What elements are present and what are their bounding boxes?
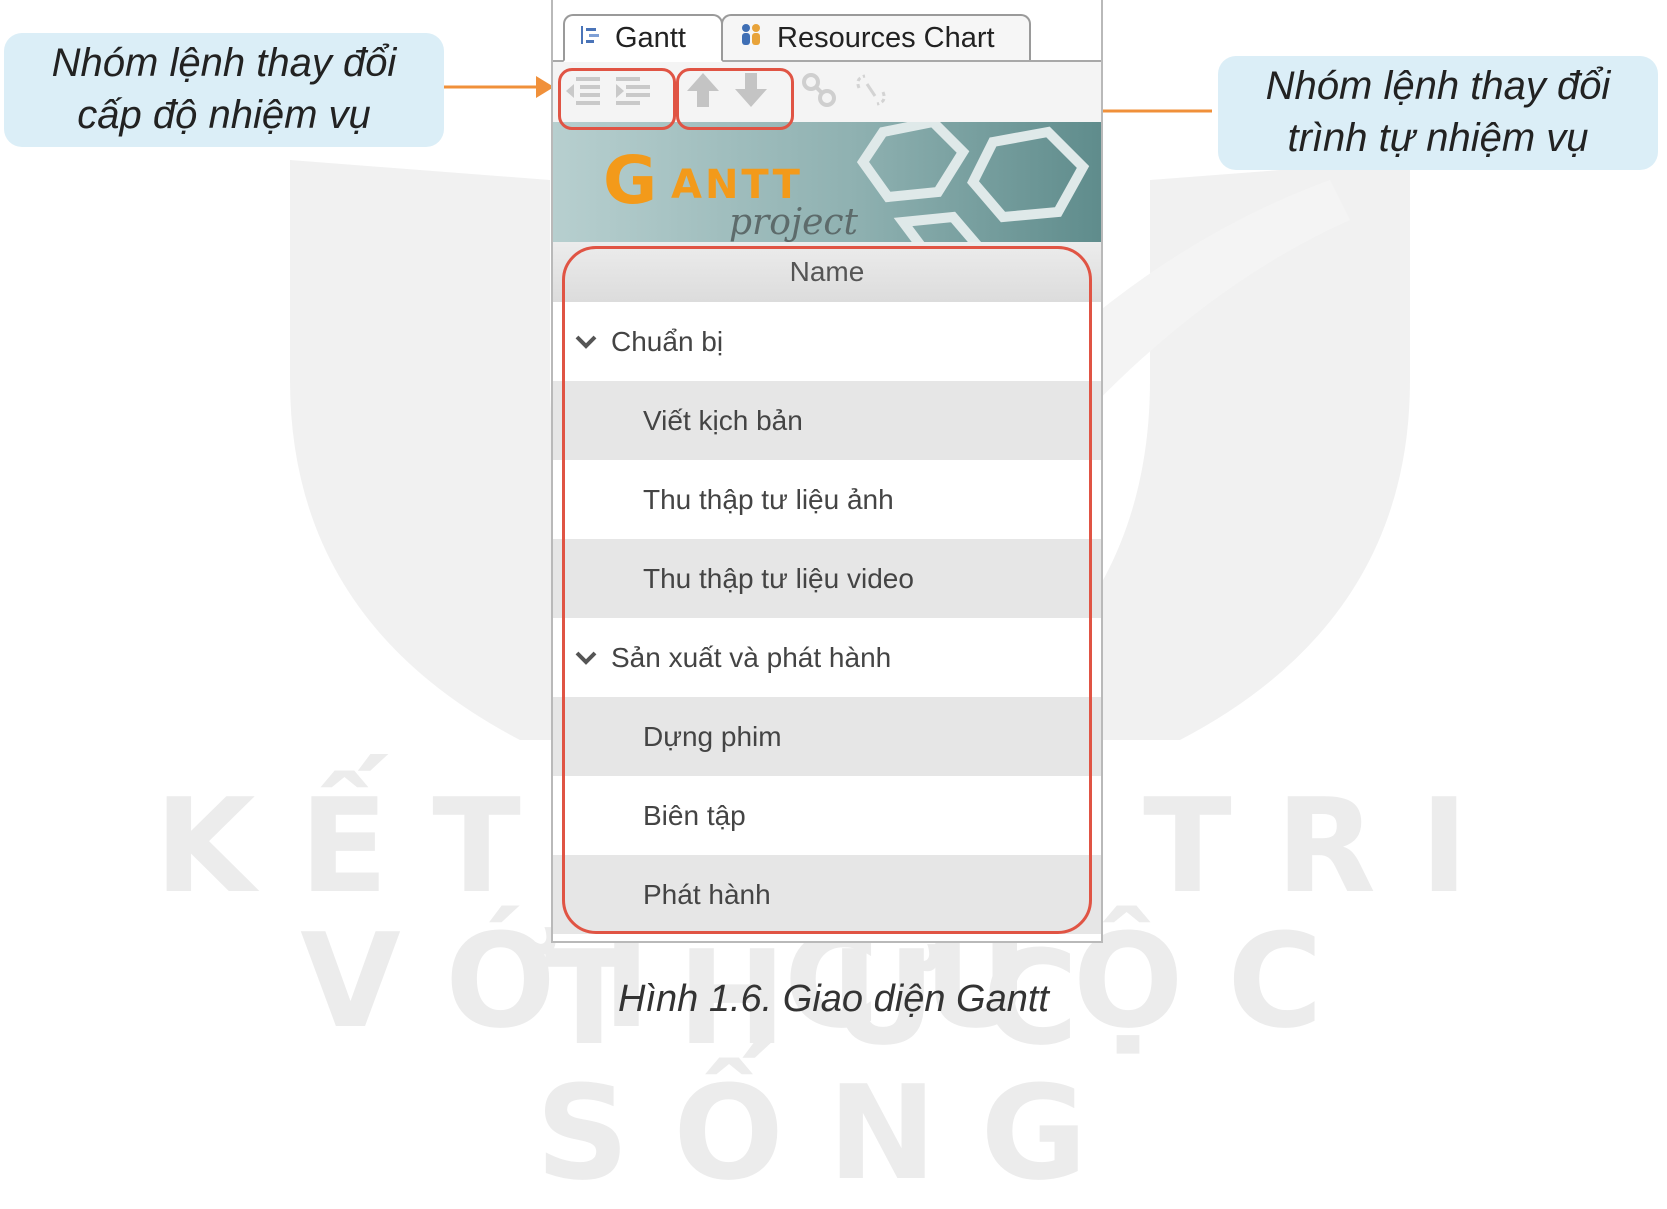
callout-left-line2: cấp độ nhiệm vụ <box>77 93 371 137</box>
order-group-highlight <box>676 68 794 130</box>
callout-right-line1: Nhóm lệnh thay đổi <box>1265 64 1611 108</box>
chevron-down-icon[interactable] <box>575 651 597 665</box>
hexagon-pattern <box>856 122 1090 242</box>
link-button[interactable] <box>799 70 839 110</box>
tab-resources-label: Resources Chart <box>777 21 995 54</box>
chevron-down-icon[interactable] <box>575 335 597 349</box>
callout-right-line2: trình tự nhiệm vụ <box>1287 116 1589 160</box>
task-label: Sản xuất và phát hành <box>611 641 892 673</box>
tab-gantt-label: Gantt <box>615 21 686 54</box>
gantt-logo: G <box>603 142 660 219</box>
unlink-button[interactable] <box>851 70 891 110</box>
task-label: Biên tập <box>643 799 746 831</box>
callout-left-line1: Nhóm lệnh thay đổi <box>51 41 397 85</box>
task-row[interactable]: Thu thập tư liệu ảnh <box>553 460 1101 539</box>
task-row[interactable]: Dựng phim <box>553 697 1101 776</box>
callout-indent-group: Nhóm lệnh thay đổi cấp độ nhiệm vụ <box>4 33 444 147</box>
task-label: Thu thập tư liệu ảnh <box>643 483 894 515</box>
task-row[interactable]: Viết kịch bản <box>553 381 1101 460</box>
gantt-logo-sub: project <box>729 202 859 242</box>
tab-resources-chart[interactable]: Resources Chart <box>721 14 1031 60</box>
tab-gantt[interactable]: Gantt <box>563 14 723 62</box>
task-row[interactable]: Chuẩn bị <box>553 302 1101 381</box>
task-row[interactable]: Thu thập tư liệu video <box>553 539 1101 618</box>
task-label: Thu thập tư liệu video <box>643 562 914 594</box>
unlink-icon <box>856 74 886 106</box>
task-row[interactable]: Sản xuất và phát hành <box>553 618 1101 697</box>
resources-icon <box>737 20 765 56</box>
task-label: Chuẩn bị <box>611 325 724 357</box>
task-row[interactable]: Biên tập <box>553 776 1101 855</box>
task-row[interactable]: Phát hành <box>553 855 1101 934</box>
task-label: Dựng phim <box>643 720 782 752</box>
indent-group-highlight <box>558 68 676 130</box>
task-label: Viết kịch bản <box>643 404 803 436</box>
arrow-left-icon <box>444 76 554 98</box>
watermark-text-line2: VỚI CUỘC SỐNG <box>300 905 1367 1209</box>
tab-bar: Gantt Resources Chart <box>553 0 1101 62</box>
gantt-panel: Gantt Resources Chart G ANTT project Nam… <box>551 0 1103 943</box>
gantt-icon <box>579 22 603 55</box>
callout-order-group: Nhóm lệnh thay đổi trình tự nhiệm vụ <box>1218 56 1658 170</box>
gantt-project-banner: G ANTT project <box>553 122 1101 242</box>
column-header-name[interactable]: Name <box>553 242 1101 302</box>
figure-caption: Hình 1.6. Giao diện Gantt <box>618 978 1049 1020</box>
task-table: Name Chuẩn bị Viết kịch bản Thu thập tư … <box>553 242 1101 934</box>
link-icon <box>802 73 836 107</box>
task-label: Phát hành <box>643 878 771 910</box>
